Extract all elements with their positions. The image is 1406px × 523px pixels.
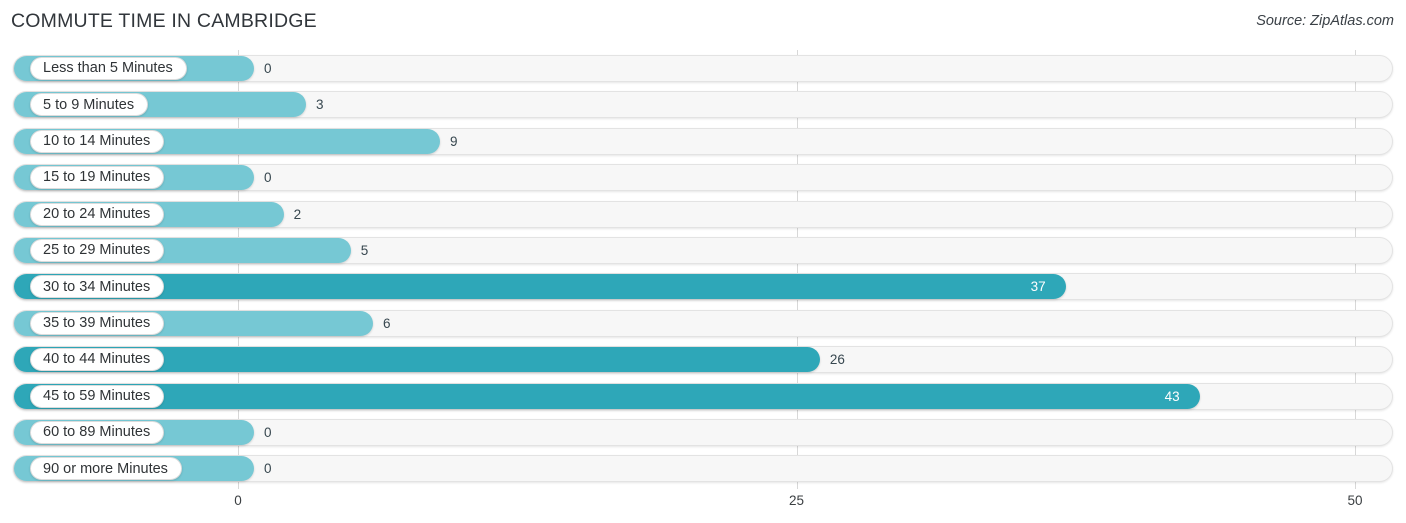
chart-header: COMMUTE TIME IN CAMBRIDGE Source: ZipAtl… [0, 0, 1406, 46]
bar-value-label: 3 [316, 97, 324, 113]
bar-rows: Less than 5 Minutes 0 5 to 9 Minutes 3 10 to… [0, 46, 1406, 489]
x-axis-tick-label: 0 [234, 493, 242, 508]
bar-fill [14, 383, 1200, 409]
bar-category-label-text: 30 to 34 Minutes [43, 278, 151, 295]
bar-category-label-text: 40 to 44 Minutes [43, 351, 151, 368]
chart-container: COMMUTE TIME IN CAMBRIDGE Source: ZipAtl… [0, 0, 1406, 523]
bar-category-label: 45 to 59 Minutes [30, 384, 165, 408]
bar-fill [14, 274, 1066, 300]
bar-category-label: 10 to 14 Minutes [30, 129, 165, 153]
bar-category-label: 90 or more Minutes [30, 457, 182, 481]
bar-value-label: 0 [264, 425, 272, 440]
bar-value-label: 0 [264, 61, 272, 76]
bar-category-label: 40 to 44 Minutes [30, 348, 165, 372]
bar-row[interactable]: 15 to 19 Minutes 0 [13, 164, 1393, 192]
page-title: COMMUTE TIME IN CAMBRIDGE [11, 10, 317, 32]
bar-category-label-text: 90 or more Minutes [43, 460, 168, 477]
bar-category-label-text: Less than 5 Minutes [43, 60, 173, 77]
bar-category-label: 60 to 89 Minutes [30, 421, 165, 444]
bar-category-label-text: 35 to 39 Minutes [43, 315, 151, 332]
bar-value-label: 37 [1030, 279, 1046, 295]
bar-value-label: 0 [264, 461, 272, 477]
bar-row[interactable]: 40 to 44 Minutes 26 [13, 346, 1393, 374]
bar-value-label: 26 [829, 352, 845, 368]
bar-row[interactable]: 60 to 89 Minutes 0 [13, 419, 1393, 446]
x-axis: 0 25 50 [0, 489, 1406, 523]
bar-row[interactable]: 90 or more Minutes 0 [13, 455, 1393, 483]
bar-category-label-text: 20 to 24 Minutes [43, 205, 151, 222]
bar-category-label-text: 15 to 19 Minutes [43, 169, 151, 186]
bar-category-label: Less than 5 Minutes [30, 57, 187, 80]
bar-category-label-text: 10 to 14 Minutes [43, 133, 151, 150]
x-axis-tick-label: 25 [788, 493, 805, 508]
bar-value-label: 43 [1164, 388, 1180, 404]
plot-area: Less than 5 Minutes 0 5 to 9 Minutes 3 10 to… [0, 46, 1406, 489]
bar-value-label: 0 [264, 170, 272, 186]
x-axis-tick-label: 50 [1347, 493, 1363, 508]
bar-category-label: 20 to 24 Minutes [30, 202, 165, 226]
bar-category-label-text: 5 to 9 Minutes [43, 96, 135, 113]
bar-row[interactable]: Less than 5 Minutes 0 [13, 55, 1393, 82]
source-attribution: Source: ZipAtlas.com [1256, 13, 1394, 29]
bar-category-label: 30 to 34 Minutes [30, 275, 165, 299]
bar-row[interactable]: 10 to 14 Minutes 9 [13, 127, 1393, 155]
bar-row[interactable]: 45 to 59 Minutes 43 [13, 382, 1393, 410]
bar-row[interactable]: 20 to 24 Minutes 2 [13, 200, 1393, 228]
bar-row[interactable]: 5 to 9 Minutes 3 [13, 91, 1393, 119]
bar-value-label: 5 [360, 243, 369, 258]
bar-category-label-text: 25 to 29 Minutes [43, 242, 151, 259]
bar-value-label: 2 [293, 206, 302, 222]
bar-category-label-text: 45 to 59 Minutes [43, 387, 151, 404]
bar-value-label: 6 [383, 315, 391, 331]
bar-category-label: 35 to 39 Minutes [30, 311, 165, 335]
bar-row[interactable]: 25 to 29 Minutes 5 [13, 237, 1393, 264]
bar-value-label: 9 [450, 133, 458, 149]
bar-category-label: 5 to 9 Minutes [30, 93, 149, 117]
bar-category-label: 15 to 19 Minutes [30, 166, 165, 190]
bar-row[interactable]: 35 to 39 Minutes 6 [13, 309, 1393, 337]
bar-category-label: 25 to 29 Minutes [30, 239, 165, 262]
bar-category-label-text: 60 to 89 Minutes [43, 424, 151, 441]
bar-row[interactable]: 30 to 34 Minutes 37 [13, 273, 1393, 301]
